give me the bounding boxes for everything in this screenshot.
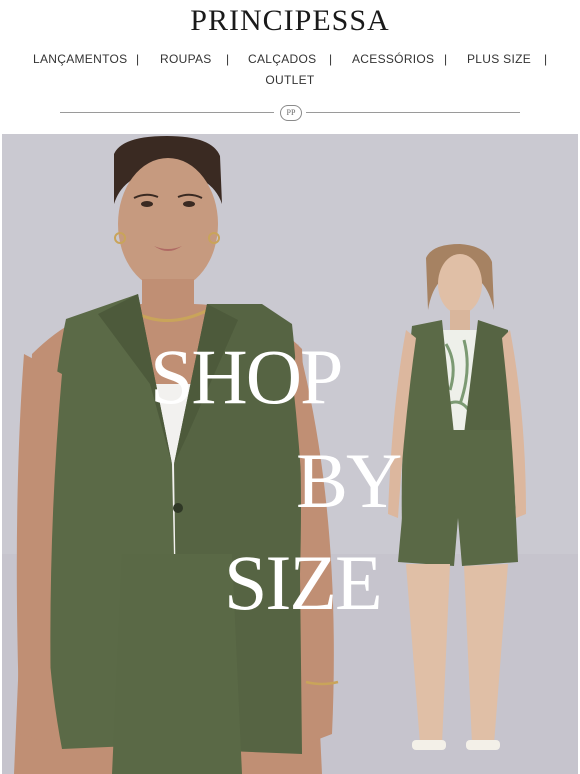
hero-photo (2, 134, 578, 774)
nav-item-outlet[interactable]: OUTLET (265, 73, 314, 87)
main-nav: LANÇAMENTOS | ROUPAS | CALÇADOS | ACESSÓ… (0, 52, 580, 68)
nav-item-calcados[interactable]: CALÇADOS (248, 52, 316, 66)
email-header: PRINCIPESSA LANÇAMENTOS | ROUPAS | CALÇA… (0, 0, 580, 134)
nav-item-plus-size[interactable]: PLUS SIZE (467, 52, 531, 66)
divider-left (60, 112, 274, 113)
nav-item-acessorios[interactable]: ACESSÓRIOS (352, 52, 434, 66)
hero-headline-by: BY (296, 437, 402, 524)
hero-headline-shop: SHOP (150, 333, 343, 420)
nav-separator: | (329, 52, 333, 66)
nav-item-roupas[interactable]: ROUPAS (160, 52, 212, 66)
nav-separator: | (136, 52, 140, 66)
nav-separator: | (544, 52, 548, 66)
nav-row-secondary: OUTLET (0, 73, 580, 87)
nav-item-lancamentos[interactable]: LANÇAMENTOS (33, 52, 127, 66)
monogram-icon: PP (280, 105, 302, 121)
hero-headline-size: SIZE (224, 539, 383, 626)
nav-separator: | (226, 52, 230, 66)
divider-right (306, 112, 520, 113)
nav-separator: | (444, 52, 448, 66)
brand-logo[interactable]: PRINCIPESSA (0, 4, 580, 38)
hero-banner[interactable]: SHOP BY SIZE (2, 134, 578, 774)
